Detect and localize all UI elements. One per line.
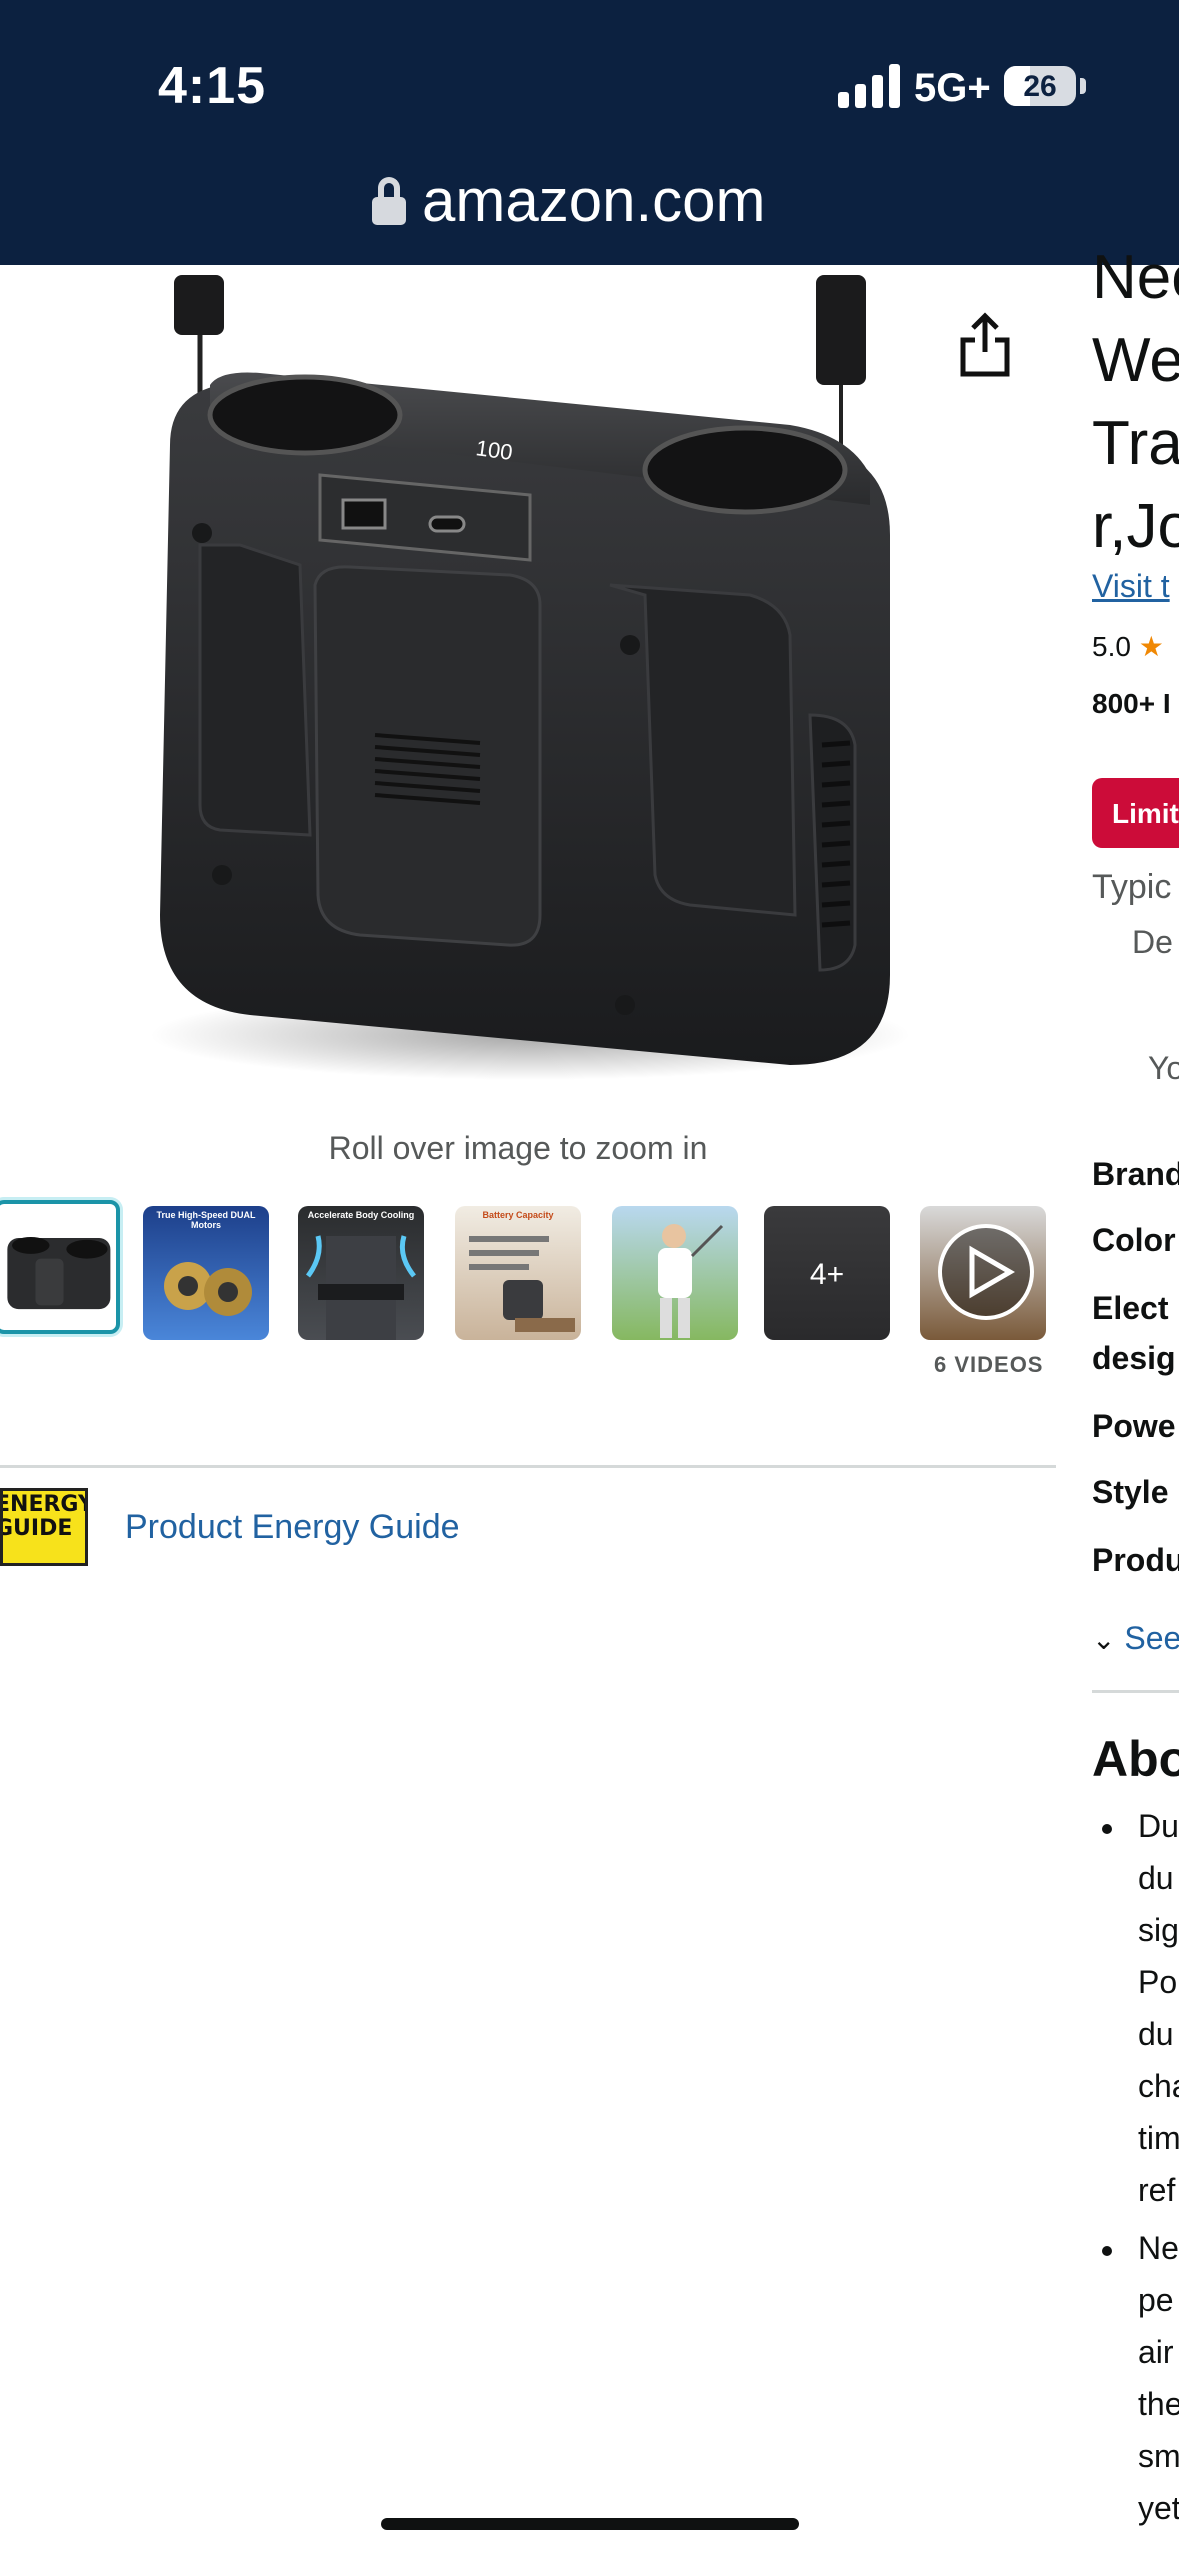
bullet-2-line-2: pe [1138,2282,1174,2318]
right-divider [1092,1690,1179,1693]
delivery-text: De [1132,924,1173,960]
battery-icon: 26 [1004,66,1076,106]
thumbnail-1[interactable] [0,1200,120,1334]
svg-text:100: 100 [474,435,514,465]
bought-count: 800+ I [1092,688,1171,719]
bullet-1-line-3: sig [1138,1912,1179,1948]
spec-design-label: desig [1092,1340,1176,1376]
url-bar[interactable]: amazon.com [372,166,765,235]
status-time: 4:15 [158,57,267,115]
bullet-1-line-5: du [1138,2016,1174,2052]
see-more-label: See [1124,1620,1179,1656]
bullet-2-line-3: air [1138,2334,1174,2370]
bullet-1-line-2: du [1138,1860,1174,1896]
bullet-1-line-7: tim [1138,2120,1179,2156]
deal-badge-label: Limit [1112,798,1179,829]
typical-price-label: Typic [1092,868,1172,906]
star-icon: ★ [1138,631,1164,662]
spec-brand-label: Brand [1092,1156,1179,1192]
url-text[interactable]: amazon.com [422,166,765,235]
video-thumbnail[interactable] [920,1206,1046,1340]
battery-tip [1080,78,1086,94]
see-more-link[interactable]: ⌄ See [1092,1620,1179,1657]
energy-guide-icon[interactable]: ENERGY GUIDE [0,1488,88,1566]
product-title-line-4: r,Jo [1092,492,1179,561]
rating[interactable]: 5.0 ★ [1092,630,1164,663]
spec-electric-label: Elect [1092,1290,1169,1326]
battery-percent: 26 [1023,70,1057,103]
lock-icon [372,176,406,225]
product-main-image[interactable]: 100 [130,275,910,1095]
spec-style-label: Style [1092,1474,1169,1510]
network-type: 5G+ [914,66,991,110]
bullet-2-line-1: Ne [1138,2230,1179,2266]
chevron-down-icon: ⌄ [1092,1624,1116,1655]
bullet-2-line-6: yet [1138,2490,1179,2526]
home-indicator[interactable] [381,2518,799,2530]
bullet-2-line-5: sm [1138,2438,1179,2474]
zoom-hint: Roll over image to zoom in [328,1130,708,1166]
section-divider [0,1465,1056,1468]
videos-count[interactable]: 6 VIDEOS [934,1352,1043,1378]
bullet-1-line-8: ref [1138,2172,1176,2208]
bullet-1-line-4: Po [1138,1964,1178,2000]
thumbnail-more[interactable]: 4+ [764,1206,890,1340]
bullet-1-line-6: cha [1138,2068,1179,2104]
visit-store-link[interactable]: Visit t [1092,568,1170,605]
about-heading: Abo [1092,1731,1179,1787]
browser-top-bar: 4:15 5G+ 26 amazon.com [0,0,1179,265]
spec-power-label: Powe [1092,1408,1176,1444]
product-title-line-2: We [1092,326,1179,395]
thumbnail-4[interactable]: Battery Capacity [455,1206,581,1340]
energy-guide-badge-text: ENERGY GUIDE [0,1492,85,1541]
product-title-line-3: Tra [1092,409,1179,478]
bullet-dot [1102,2246,1112,2256]
product-energy-guide-link[interactable]: Product Energy Guide [125,1508,460,1547]
bullet-dot [1102,1824,1112,1834]
more-images-count: 4+ [809,1258,845,1291]
savings-text: Yo [1148,1050,1179,1086]
spec-color-label: Color [1092,1222,1176,1258]
thumbnail-2[interactable]: True High-Speed DUAL Motors [143,1206,269,1340]
share-icon[interactable] [955,310,1015,380]
rating-value: 5.0 [1092,631,1131,662]
product-details-column: Nec We Tra r,Jo Visit t 5.0 ★ 800+ I Lim… [1092,0,1179,2556]
product-title-line-1: Nec [1092,243,1179,312]
spec-product-label: Produ [1092,1542,1179,1578]
bullet-2-line-4: the [1138,2386,1179,2422]
bullet-1-line-1: Du [1138,1808,1179,1844]
cellular-signal-icon [838,64,900,108]
deal-badge: Limit [1092,778,1179,848]
play-icon[interactable] [920,1206,1046,1340]
thumbnail-5[interactable] [612,1206,738,1340]
thumbnail-3[interactable]: Accelerate Body Cooling [298,1206,424,1340]
